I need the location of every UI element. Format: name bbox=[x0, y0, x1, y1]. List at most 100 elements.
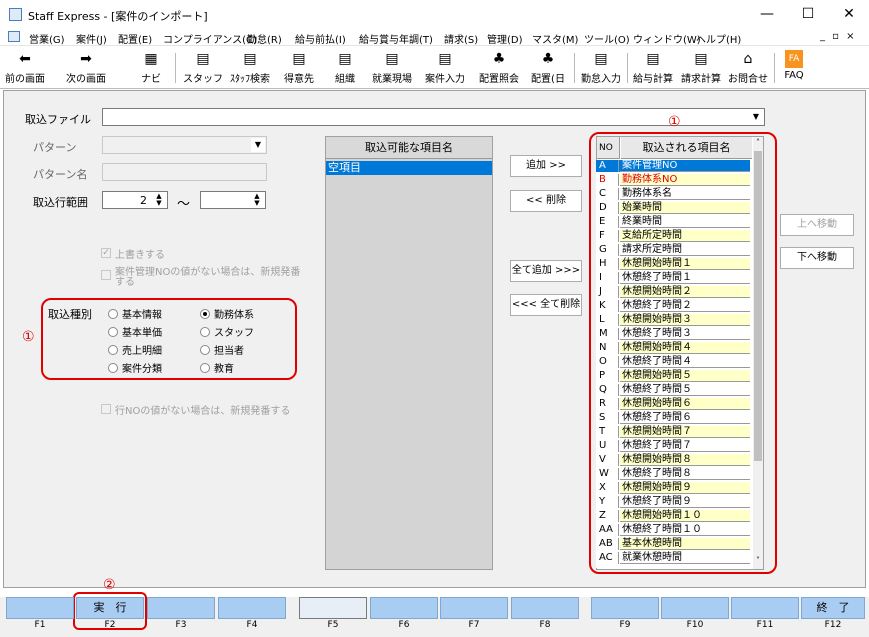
radio-basic-price-label: 基本単価 bbox=[122, 328, 162, 339]
mdi-window-controls[interactable]: _ ▫ × bbox=[820, 31, 857, 42]
pattern-select[interactable]: ▼ bbox=[102, 136, 267, 154]
move-up-button[interactable]: 上へ移動 bbox=[780, 214, 854, 236]
overwrite-checkbox[interactable]: ✓ bbox=[101, 248, 111, 258]
menu-window[interactable]: ウィンドウ(W) bbox=[633, 31, 701, 46]
title-bar: Staff Express - [案件のインポート] — ☐ ✕ bbox=[0, 0, 869, 28]
file-select[interactable]: ▼ bbox=[102, 108, 765, 126]
maximize-button[interactable]: ☐ bbox=[793, 4, 823, 24]
fkey-button-f3[interactable] bbox=[147, 597, 215, 619]
menu-kyuyo-maebarai[interactable]: 給与前払(I) bbox=[295, 31, 346, 46]
fkey-button-f12[interactable]: 終 了 bbox=[801, 597, 865, 619]
range-from-field[interactable]: 2 ▲ ▼ bbox=[102, 191, 168, 209]
available-item[interactable]: 空項目 bbox=[326, 161, 492, 175]
available-items-list[interactable]: 取込可能な項目名 空項目 bbox=[325, 136, 493, 570]
customer-button[interactable]: ▤ 得意先 bbox=[278, 49, 320, 87]
fkey-button-f11[interactable] bbox=[731, 597, 799, 619]
billing-calc-button[interactable]: ▤ 請求計算 bbox=[678, 49, 724, 87]
menu-master[interactable]: マスタ(M) bbox=[532, 31, 578, 46]
attendance-entry-button[interactable]: ▤ 勤怠入力 bbox=[579, 49, 623, 87]
fkey-button-f1[interactable] bbox=[6, 597, 74, 619]
auto-number-checkbox[interactable] bbox=[101, 270, 111, 280]
fkey-label-f10: F10 bbox=[686, 620, 704, 630]
fkey-button-f9[interactable] bbox=[591, 597, 659, 619]
annotation-two: ② bbox=[103, 577, 116, 593]
move-down-button[interactable]: 下へ移動 bbox=[780, 247, 854, 269]
fkey-button-f5[interactable] bbox=[299, 597, 367, 619]
payroll-icon: ▤ bbox=[646, 51, 660, 67]
toolbar-separator bbox=[774, 53, 775, 83]
app-icon bbox=[9, 8, 22, 21]
worksite-button[interactable]: ▤ 就業現場 bbox=[369, 49, 415, 87]
menu-compliance[interactable]: コンプライアンス(C) bbox=[163, 31, 257, 46]
overwrite-label: 上書きする bbox=[115, 250, 165, 261]
staff-button[interactable]: ▤ スタッフ bbox=[183, 49, 223, 87]
spinner-icon[interactable]: ▲ ▼ bbox=[152, 193, 166, 207]
add-button[interactable]: 追加 >> bbox=[510, 155, 582, 177]
row-no-label: 行NOの値がない場合は、新規発番する bbox=[115, 406, 291, 417]
radio-basic-info[interactable] bbox=[108, 309, 118, 319]
toolbar-separator bbox=[175, 53, 176, 83]
remove-button[interactable]: << 削除 bbox=[510, 190, 582, 212]
fkey-button-f8[interactable] bbox=[511, 597, 579, 619]
toolbar-separator bbox=[627, 53, 628, 83]
organization-button[interactable]: ▤ 組織 bbox=[330, 49, 360, 87]
pattern-name-field[interactable] bbox=[102, 163, 267, 181]
menu-bar: 営業(G) 案件(J) 配置(E) コンプライアンス(C) 勤怠(R) 給与前払… bbox=[0, 28, 869, 46]
menu-kyuyo-shoyo[interactable]: 給与賞与年調(T) bbox=[359, 31, 433, 46]
radio-education-label: 教育 bbox=[214, 364, 234, 375]
annotation-one: ① bbox=[668, 114, 681, 130]
placement-inquiry-icon: ♣ bbox=[492, 51, 506, 67]
navi-button[interactable]: ▦ ナビ bbox=[136, 49, 166, 87]
placement-inquiry-button[interactable]: ♣ 配置照会 bbox=[476, 49, 522, 87]
range-to-field[interactable]: ▲ ▼ bbox=[200, 191, 266, 209]
row-no-checkbox[interactable] bbox=[101, 404, 111, 414]
available-items-header: 取込可能な項目名 bbox=[326, 137, 492, 159]
menu-help[interactable]: ヘルプ(H) bbox=[696, 31, 741, 46]
radio-work-system[interactable] bbox=[200, 309, 210, 319]
radio-basic-price[interactable] bbox=[108, 327, 118, 337]
spinner-icon[interactable]: ▲ ▼ bbox=[250, 193, 264, 207]
placement-daily-button[interactable]: ♣ 配置(日 bbox=[526, 49, 570, 87]
fkey-label-f4: F4 bbox=[246, 620, 258, 630]
fkey-button-f2[interactable]: 実 行 bbox=[76, 597, 144, 619]
radio-education[interactable] bbox=[200, 363, 210, 373]
prev-screen-button[interactable]: ⬅ 前の画面 bbox=[2, 49, 48, 87]
radio-basic-info-label: 基本情報 bbox=[122, 310, 162, 321]
radio-sales-detail[interactable] bbox=[108, 345, 118, 355]
inquiry-icon: ⌂ bbox=[743, 51, 753, 67]
fkey-button-f6[interactable] bbox=[370, 597, 438, 619]
menu-tools[interactable]: ツール(O) bbox=[584, 31, 630, 46]
menu-anken[interactable]: 案件(J) bbox=[76, 31, 107, 46]
fkey-button-f10[interactable] bbox=[661, 597, 729, 619]
staff-search-button[interactable]: ▤ ｽﾀｯﾌ検索 bbox=[227, 49, 273, 87]
chevron-down-icon[interactable]: ▼ bbox=[749, 110, 763, 124]
case-entry-button[interactable]: ▤ 案件入力 bbox=[422, 49, 468, 87]
forward-arrow-icon: ➡ bbox=[80, 51, 92, 67]
close-button[interactable]: ✕ bbox=[834, 4, 864, 24]
minimize-button[interactable]: — bbox=[752, 4, 782, 24]
menu-eigyo[interactable]: 営業(G) bbox=[29, 31, 65, 46]
radio-person-in-charge-label: 担当者 bbox=[214, 346, 244, 357]
remove-all-button[interactable]: <<< 全て削除 bbox=[510, 294, 582, 316]
inquiry-button[interactable]: ⌂ お問合せ bbox=[726, 49, 770, 87]
menu-seikyu[interactable]: 請求(S) bbox=[444, 31, 478, 46]
import-kind-label: 取込種別 bbox=[48, 308, 92, 321]
menu-haichi[interactable]: 配置(E) bbox=[118, 31, 152, 46]
radio-person-in-charge[interactable] bbox=[200, 345, 210, 355]
payroll-calc-button[interactable]: ▤ 給与計算 bbox=[630, 49, 676, 87]
faq-button[interactable]: FA FAQ bbox=[779, 49, 809, 87]
worksite-icon: ▤ bbox=[385, 51, 399, 67]
fkey-label-f3: F3 bbox=[175, 620, 187, 630]
radio-case-category[interactable] bbox=[108, 363, 118, 373]
fkey-button-f4[interactable] bbox=[218, 597, 286, 619]
chevron-down-icon[interactable]: ▼ bbox=[251, 138, 265, 152]
menu-kanri[interactable]: 管理(D) bbox=[487, 31, 523, 46]
range-from-value: 2 bbox=[140, 194, 147, 207]
next-screen-button[interactable]: ➡ 次の画面 bbox=[62, 49, 110, 87]
menu-kintai[interactable]: 勤怠(R) bbox=[247, 31, 282, 46]
fkey-label-f8: F8 bbox=[539, 620, 551, 630]
radio-staff[interactable] bbox=[200, 327, 210, 337]
add-all-button[interactable]: 全て追加 >>> bbox=[510, 260, 582, 282]
pattern-name-label: パターン名 bbox=[33, 168, 88, 181]
fkey-button-f7[interactable] bbox=[440, 597, 508, 619]
